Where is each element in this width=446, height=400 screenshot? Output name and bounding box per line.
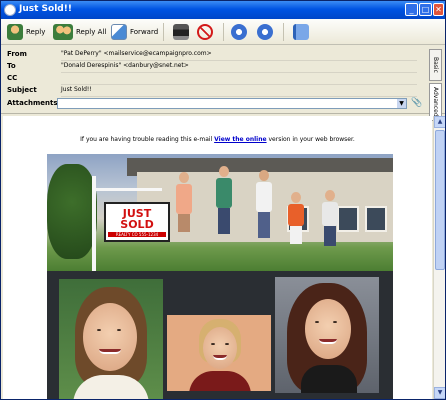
- scroll-down-icon[interactable]: ▼: [434, 387, 445, 399]
- agent-photo: [167, 315, 271, 391]
- reply-all-label: Reply All: [76, 28, 107, 36]
- attachments-dropdown[interactable]: ▼: [57, 98, 407, 109]
- chevron-down-icon[interactable]: ▼: [397, 99, 406, 108]
- next-icon: [257, 24, 273, 40]
- to-label: To: [7, 62, 16, 70]
- notice-text-before: If you are having trouble reading this e…: [80, 136, 215, 143]
- maximize-button[interactable]: □: [419, 3, 432, 16]
- print-icon: [173, 24, 189, 40]
- from-label: From: [7, 50, 27, 58]
- message-body: If you are having trouble reading this e…: [3, 116, 432, 399]
- view-online-link[interactable]: View the online: [214, 136, 266, 143]
- agent-photos: [47, 271, 393, 399]
- family-member: [255, 170, 273, 238]
- subject-field[interactable]: Just Sold!!: [61, 86, 417, 97]
- title-bar[interactable]: Just Sold!! _ □ ✕: [1, 1, 445, 19]
- toolbar: Reply Reply All Forward: [1, 19, 445, 45]
- app-icon: [4, 4, 16, 16]
- family-member: [321, 190, 339, 246]
- reply-label: Reply: [26, 28, 46, 36]
- window-title: Just Sold!!: [19, 4, 72, 14]
- cc-field[interactable]: [61, 74, 417, 85]
- cc-label: CC: [7, 74, 18, 82]
- online-version-notice: If you are having trouble reading this e…: [3, 136, 432, 143]
- just-sold-photo: JUST SOLD REALTY CO 555-1234: [47, 154, 393, 271]
- forward-icon: [111, 24, 127, 40]
- from-row: From "Pat DePerry" <mailservice@ecampaig…: [7, 49, 417, 61]
- sign-realty-text: REALTY CO 555-1234: [108, 232, 166, 237]
- reply-button[interactable]: Reply: [7, 22, 45, 42]
- family-member: [215, 166, 233, 234]
- scroll-up-icon[interactable]: ▲: [434, 116, 445, 128]
- tab-basic[interactable]: Basic: [429, 49, 442, 81]
- toolbar-separator: [283, 23, 284, 41]
- sign-sold-text: SOLD: [120, 218, 154, 231]
- agent-photo: [275, 277, 379, 393]
- reply-icon: [7, 24, 23, 40]
- subject-label: Subject: [7, 86, 37, 94]
- house-window: [365, 206, 387, 232]
- toolbar-separator: [223, 23, 224, 41]
- delete-button[interactable]: [197, 22, 213, 42]
- vertical-scrollbar[interactable]: ▲ ▼: [433, 116, 445, 399]
- family-member: [287, 192, 305, 244]
- attachments-label: Attachments: [7, 99, 58, 107]
- just-sold-sign: JUST SOLD REALTY CO 555-1234: [104, 202, 170, 242]
- previous-button[interactable]: [231, 22, 247, 42]
- previous-icon: [231, 24, 247, 40]
- address-book-icon: [293, 24, 309, 40]
- close-button[interactable]: ✕: [433, 3, 444, 16]
- delete-icon: [197, 24, 213, 40]
- family-member: [175, 172, 193, 232]
- side-tabs: Basic Advanced: [429, 49, 443, 123]
- message-headers: From "Pat DePerry" <mailservice@ecampaig…: [1, 46, 445, 114]
- from-field[interactable]: "Pat DePerry" <mailservice@ecampaignpro.…: [61, 50, 417, 61]
- paperclip-icon[interactable]: 📎: [411, 98, 422, 108]
- tree: [47, 164, 97, 259]
- email-window: Just Sold!! _ □ ✕ Reply Reply All Forwar…: [0, 0, 446, 400]
- sign-arm: [92, 188, 162, 191]
- print-button[interactable]: [173, 22, 189, 42]
- toolbar-separator: [163, 23, 164, 41]
- reply-all-button[interactable]: Reply All: [53, 22, 106, 42]
- forward-label: Forward: [130, 28, 159, 36]
- agent-photo: [59, 279, 163, 399]
- cc-row: CC: [7, 73, 417, 85]
- address-book-button[interactable]: [293, 22, 309, 42]
- next-button[interactable]: [257, 22, 273, 42]
- subject-row: Subject Just Sold!!: [7, 85, 417, 97]
- reply-all-icon: [53, 24, 73, 40]
- scroll-thumb[interactable]: [435, 130, 445, 270]
- to-field[interactable]: "Donald Derespinis" <danbury@snet.net>: [61, 62, 417, 73]
- to-row: To "Donald Derespinis" <danbury@snet.net…: [7, 61, 417, 73]
- minimize-button[interactable]: _: [405, 3, 418, 16]
- forward-button[interactable]: Forward: [111, 22, 158, 42]
- notice-text-after: version in your web browser.: [266, 136, 355, 143]
- house-window: [337, 206, 359, 232]
